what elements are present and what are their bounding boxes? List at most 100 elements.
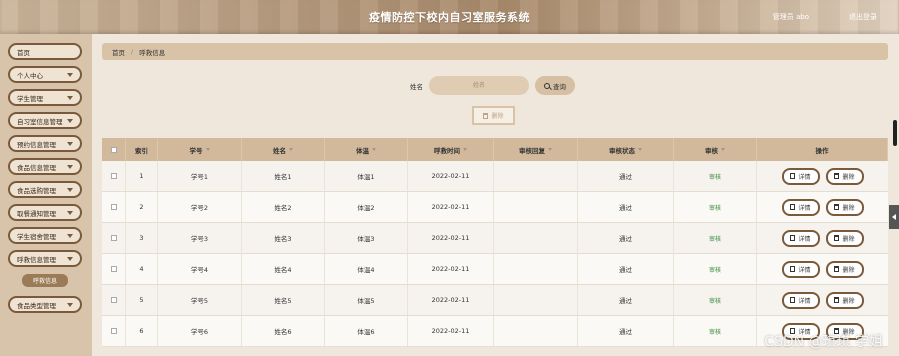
cell-status: 通过 <box>578 316 674 346</box>
cell-status: 通过 <box>578 161 674 191</box>
cell-actions: 详情 删除 <box>757 161 888 191</box>
chevron-down-icon <box>67 95 73 100</box>
sidebar-item-label: 首页 <box>17 48 30 57</box>
header-label: 审核回复 <box>519 146 545 155</box>
sidebar-item-dorms[interactable]: 学生宿舍管理 <box>8 227 82 244</box>
audit-link[interactable]: 审核 <box>709 203 721 212</box>
header-status[interactable]: 审核状态 <box>578 138 674 161</box>
cell-student-no: 学号1 <box>158 161 242 191</box>
sidebar-item-profile[interactable]: 个人中心 <box>8 66 82 83</box>
cell-name: 姓名2 <box>242 192 325 222</box>
sidebar-subitem-emergency-info[interactable]: 呼救信息 <box>22 274 68 287</box>
detail-button[interactable]: 详情 <box>781 291 820 309</box>
chevron-down-icon <box>67 210 73 215</box>
row-checkbox[interactable] <box>110 204 117 210</box>
breadcrumb-home[interactable]: 首页 <box>112 47 125 57</box>
cell-temperature: 体温5 <box>325 285 408 315</box>
delete-button[interactable]: 删除 <box>825 167 864 185</box>
delete-button[interactable]: 删除 <box>825 291 864 309</box>
sort-icon <box>289 148 293 151</box>
cell-student-no: 学号4 <box>158 254 242 284</box>
search-button[interactable]: 查询 <box>535 76 575 95</box>
sidebar-item-label: 预约信息管理 <box>17 140 56 149</box>
sidebar-item-food-info[interactable]: 食品信息管理 <box>8 158 82 175</box>
current-user: 管理员 abo <box>772 13 809 21</box>
cell-student-no: 学号3 <box>158 223 242 253</box>
row-checkbox[interactable] <box>110 297 117 303</box>
sidebar-item-students[interactable]: 学生管理 <box>8 89 82 106</box>
header-temperature[interactable]: 体温 <box>325 138 408 161</box>
table-row: 2 学号2 姓名2 体温2 2022-02-11 通过 审核 详情 删除 <box>102 192 888 223</box>
delete-button[interactable]: 删除 <box>825 198 864 216</box>
header-name[interactable]: 姓名 <box>242 138 325 161</box>
audit-link[interactable]: 审核 <box>709 327 721 336</box>
collapse-panel-tab[interactable] <box>889 205 899 229</box>
detail-label: 详情 <box>798 235 811 243</box>
header-reply[interactable]: 审核回复 <box>494 138 578 161</box>
detail-button[interactable]: 详情 <box>781 198 820 216</box>
header-audit[interactable]: 审核 <box>674 138 757 161</box>
audit-link[interactable]: 审核 <box>709 234 721 243</box>
top-header: 疫情防控下校内自习室服务系统 管理员 abo 退出登录 <box>0 0 899 34</box>
document-icon <box>790 297 796 303</box>
document-icon <box>790 266 796 272</box>
sidebar-item-label: 食品选购管理 <box>17 186 56 195</box>
audit-link[interactable]: 审核 <box>709 172 721 181</box>
chevron-down-icon <box>67 118 73 123</box>
logout-link[interactable]: 退出登录 <box>849 12 877 22</box>
audit-link[interactable]: 审核 <box>709 265 721 274</box>
search-input[interactable] <box>429 76 529 95</box>
document-icon <box>790 173 796 179</box>
cell-time: 2022-02-11 <box>408 192 494 222</box>
sort-icon <box>463 148 467 151</box>
sidebar-item-home[interactable]: 首页 <box>8 43 82 60</box>
sidebar-item-pickup-notices[interactable]: 取餐通知管理 <box>8 204 82 221</box>
cell-status: 通过 <box>578 254 674 284</box>
delete-label: 删除 <box>842 173 855 181</box>
document-icon <box>790 204 796 210</box>
cell-actions: 详情 删除 <box>757 223 888 253</box>
vertical-scrollbar[interactable] <box>893 120 897 146</box>
batch-delete-button[interactable]: 删除 <box>472 106 515 125</box>
row-select-cell <box>102 223 126 253</box>
detail-button[interactable]: 详情 <box>781 167 820 185</box>
cell-temperature: 体温3 <box>325 223 408 253</box>
chevron-down-icon <box>67 256 73 261</box>
sidebar-item-study-rooms[interactable]: 自习室信息管理 <box>8 112 82 129</box>
chevron-down-icon <box>67 164 73 169</box>
row-checkbox[interactable] <box>110 173 117 179</box>
cell-actions: 详情 删除 <box>757 285 888 315</box>
delete-button[interactable]: 删除 <box>825 260 864 278</box>
chevron-down-icon <box>67 141 73 146</box>
detail-button[interactable]: 详情 <box>781 260 820 278</box>
audit-link[interactable]: 审核 <box>709 296 721 305</box>
sort-icon <box>372 148 376 151</box>
sidebar-item-label: 呼救信息管理 <box>17 255 56 264</box>
sidebar-item-label: 个人中心 <box>17 71 43 80</box>
cell-temperature: 体温1 <box>325 161 408 191</box>
row-checkbox[interactable] <box>110 235 117 241</box>
detail-button[interactable]: 详情 <box>781 229 820 247</box>
cell-index: 6 <box>126 316 158 346</box>
sidebar-item-food-orders[interactable]: 食品选购管理 <box>8 181 82 198</box>
cell-actions: 详情 删除 <box>757 254 888 284</box>
row-checkbox[interactable] <box>110 266 117 272</box>
header-time[interactable]: 呼救时间 <box>408 138 494 161</box>
delete-button[interactable]: 删除 <box>825 229 864 247</box>
sidebar-item-label: 学生管理 <box>17 94 43 103</box>
header-select-all[interactable] <box>102 138 126 161</box>
sort-icon <box>548 148 552 151</box>
sidebar-item-food-types[interactable]: 食品类型管理 <box>8 296 82 313</box>
cell-audit: 审核 <box>674 285 757 315</box>
sidebar-item-reservations[interactable]: 预约信息管理 <box>8 135 82 152</box>
delete-label: 删除 <box>842 235 855 243</box>
delete-label: 删除 <box>842 204 855 212</box>
trash-icon <box>834 235 840 241</box>
select-all-checkbox[interactable] <box>110 146 117 153</box>
sidebar-item-emergency[interactable]: 呼救信息管理 <box>8 250 82 267</box>
trash-icon <box>834 297 840 303</box>
header-student-no[interactable]: 学号 <box>158 138 242 161</box>
row-checkbox[interactable] <box>110 328 117 334</box>
detail-label: 详情 <box>798 297 811 305</box>
sidebar-item-label: 食品类型管理 <box>17 301 56 310</box>
